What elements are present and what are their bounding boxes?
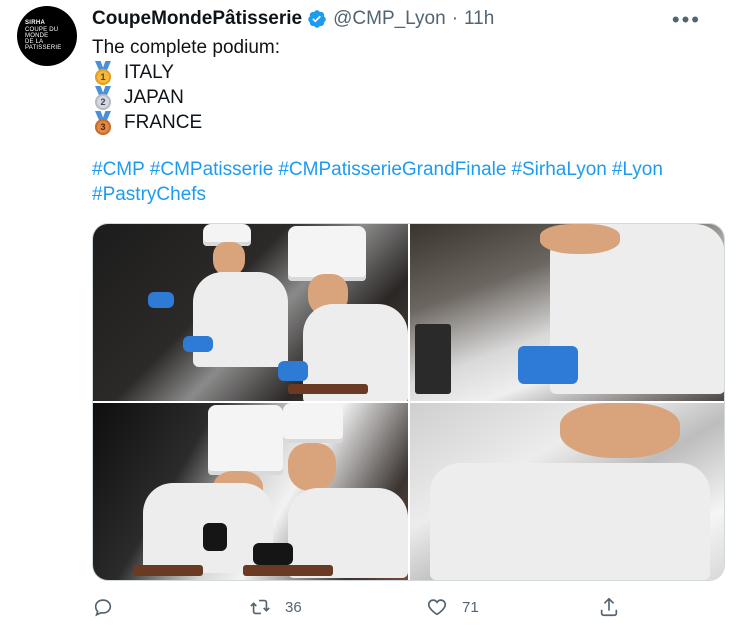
second-place-medal-icon: 2 [92,85,114,110]
hashtag-link[interactable]: #SirhaLyon [511,159,606,180]
like-button[interactable]: 71 [426,596,479,618]
author-handle[interactable]: @CMP_Lyon [333,8,446,30]
avatar-text-patisserie: DE LA PATISSERIE [25,39,62,52]
chef-face [288,443,336,491]
black-glove [203,523,227,551]
chef-toque [288,226,366,281]
chef-coat [193,272,288,367]
pastry-bar [288,384,368,394]
blue-glove [183,336,213,352]
separator-dot: · [451,8,459,29]
hashtag-list: #CMP #CMPatisserie #CMPatisserieGrandFinal… [92,157,722,207]
blue-glove [518,346,578,384]
reply-icon [94,599,112,617]
chef-face [560,403,680,458]
photo-chefs-torch[interactable] [93,224,408,401]
hashtag-link[interactable]: #Lyon [612,159,663,180]
chef-toque [283,403,343,443]
podium-item: 3 FRANCE [92,110,280,135]
hashtag-link[interactable]: #CMP [92,159,145,180]
more-options-icon[interactable]: ••• [672,7,701,33]
avatar-text-coupe: COUPE DU MONDE [25,26,59,39]
first-place-medal-icon: 1 [92,60,114,85]
podium-item: 2 JAPAN [92,85,280,110]
blue-glove [278,361,308,381]
like-count: 71 [462,598,479,616]
pastry-bar [133,565,203,576]
podium-country: FRANCE [124,112,203,133]
tweet-header: CoupeMondePâtisserie @CMP_Lyon · 11h ••• [92,7,725,33]
blue-glove [148,292,174,308]
black-glove [253,543,293,565]
tweet-body: The complete podium: 1 ITALY 2 JAPAN 3 F… [92,35,280,135]
torch-tool [415,324,451,394]
share-button[interactable] [598,596,620,618]
avatar[interactable]: SIRHA COUPE DU MONDE DE LA PATISSERIE [17,6,77,66]
podium-country: JAPAN [124,87,184,108]
author-name[interactable]: CoupeMondePâtisserie [92,8,302,30]
chef-coat [430,463,710,580]
photo-chef-closeup[interactable] [410,224,724,401]
tweet-intro: The complete podium: [92,37,280,58]
heart-icon [427,599,447,616]
retweet-button[interactable]: 36 [249,596,302,618]
media-grid [92,223,725,581]
share-icon [600,597,618,617]
hashtag-link[interactable]: #CMPatisserie [150,159,274,180]
photo-chef-focus[interactable] [410,403,724,580]
chef-toque [208,405,283,475]
third-place-medal-icon: 3 [92,110,114,135]
chef-face [540,224,620,254]
retweet-icon [250,599,270,615]
retweet-count: 36 [285,598,302,616]
reply-button[interactable] [92,596,128,618]
pastry-bar [243,565,333,576]
photo-chefs-team[interactable] [93,403,408,580]
chef-face [213,242,245,276]
verified-badge-icon [307,9,327,29]
hashtag-link[interactable]: #PastryChefs [92,184,206,205]
podium-item: 1 ITALY [92,60,280,85]
podium-country: ITALY [124,62,174,83]
timestamp[interactable]: 11h [464,8,494,30]
tweet-actions: 36 71 [92,592,652,622]
hashtag-link[interactable]: #CMPatisserieGrandFinale [278,159,506,180]
